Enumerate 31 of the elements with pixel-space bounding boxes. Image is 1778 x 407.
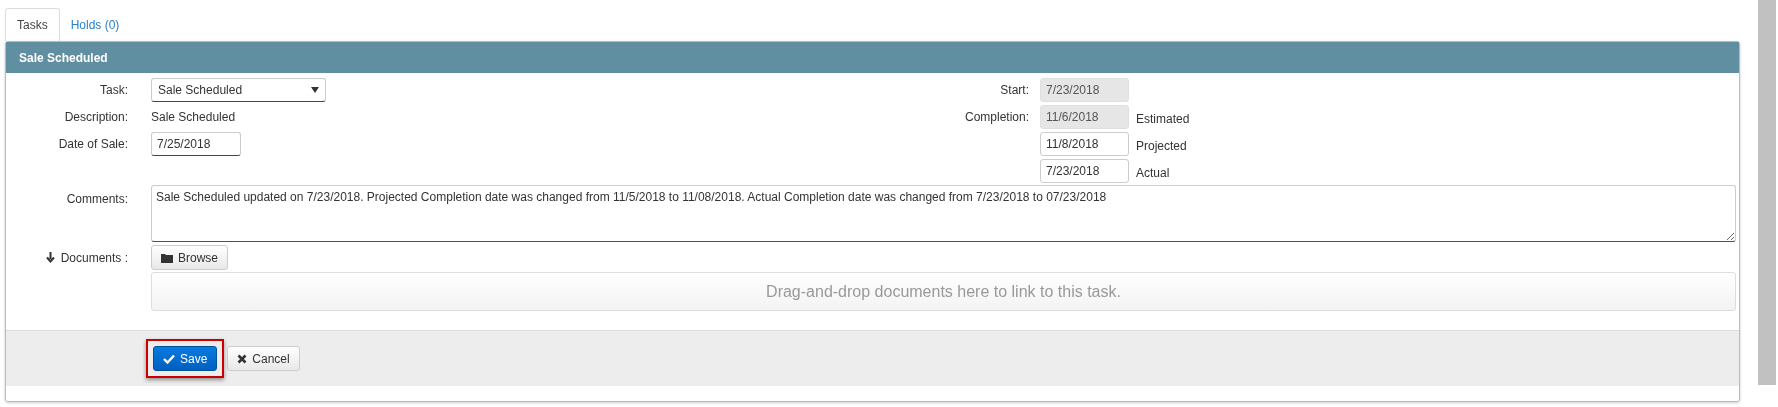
- cancel-button[interactable]: Cancel: [227, 346, 300, 371]
- close-icon: [237, 353, 248, 364]
- date-type-label: Projected: [1136, 137, 1187, 155]
- field-label: Documents :: [60, 249, 128, 267]
- date-input[interactable]: 7/25/2018: [151, 131, 241, 156]
- dropdown-arrow-icon: [311, 86, 319, 93]
- tab[interactable]: Holds (0): [59, 8, 131, 41]
- down-arrow-icon: [45, 252, 55, 263]
- date-type-label: Estimated: [1136, 110, 1190, 128]
- scrollbar[interactable]: [1758, 0, 1776, 385]
- dropzone-text: Drag-and-drop documents here to link to this task.: [766, 281, 1121, 302]
- description-text: Sale Scheduled: [151, 108, 236, 126]
- browse-button[interactable]: Browse: [151, 245, 228, 270]
- date-type-label: Actual: [1136, 164, 1170, 182]
- date-input[interactable]: 7/23/2018: [1040, 77, 1129, 102]
- tab[interactable]: Tasks: [5, 8, 60, 41]
- field-label: Description:: [63, 108, 128, 126]
- check-icon: [163, 353, 175, 364]
- date-input[interactable]: 11/6/2018: [1040, 104, 1129, 129]
- date-input[interactable]: 7/23/2018: [1040, 158, 1129, 183]
- comments-field[interactable]: Sale Scheduled updated on 7/23/2018. Projected Completion date was changed from 11/5/2018 to 11/08/2018. Actual Completion date was changed from 7/23/2018 to 07/23/2018: [151, 185, 1736, 242]
- field-label: Completion:: [963, 108, 1029, 126]
- field-label: Comments:: [65, 191, 128, 208]
- field-label: Date of Sale:: [57, 135, 128, 153]
- folder-icon: [161, 252, 174, 263]
- field-label: Task:: [99, 81, 128, 99]
- field-label: Start:: [999, 81, 1029, 99]
- task-select[interactable]: Sale Scheduled: [151, 77, 326, 102]
- panel-title: Sale Scheduled: [19, 49, 108, 67]
- save-button[interactable]: Save: [153, 346, 218, 371]
- date-input[interactable]: 11/8/2018: [1040, 131, 1129, 156]
